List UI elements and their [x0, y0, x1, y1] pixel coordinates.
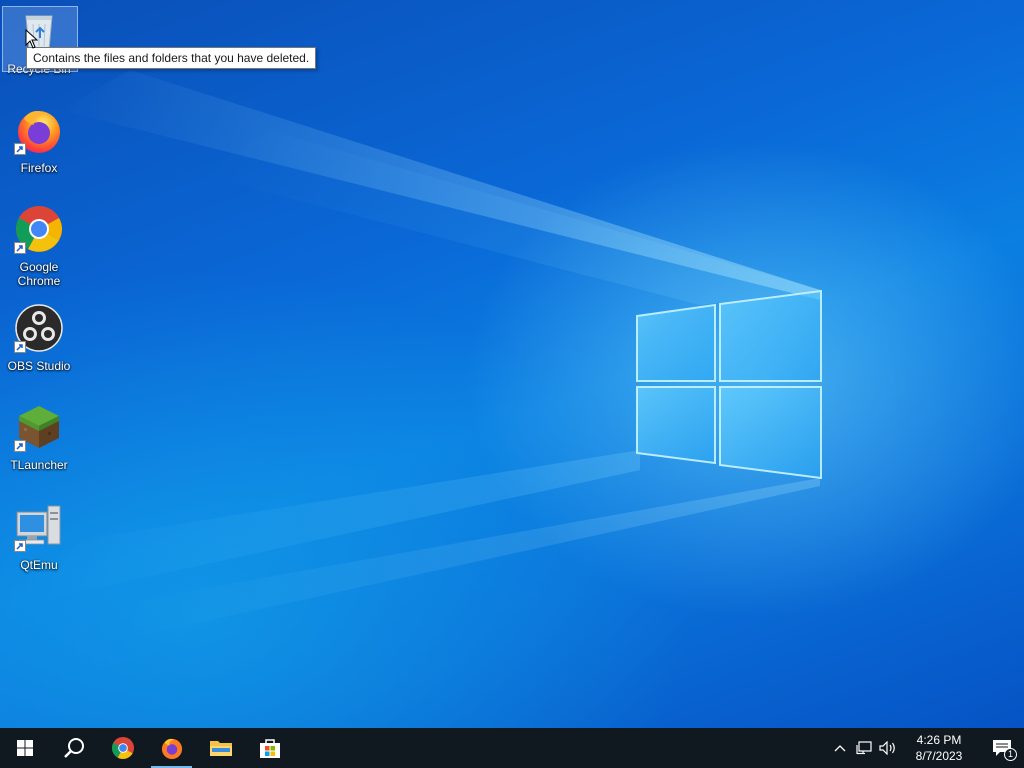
taskbar: 4:26 PM 8/7/2023 1	[0, 728, 1024, 768]
volume-button[interactable]	[876, 728, 900, 768]
firefox-icon	[14, 105, 64, 155]
taskbar-file-explorer-button[interactable]	[196, 728, 245, 768]
mouse-cursor-icon	[25, 29, 39, 49]
taskbar-firefox-button[interactable]	[147, 728, 196, 768]
system-tray: 4:26 PM 8/7/2023 1	[828, 728, 1024, 768]
show-hidden-icons-button[interactable]	[828, 728, 852, 768]
search-button[interactable]	[49, 728, 98, 768]
action-center-button[interactable]: 1	[980, 728, 1024, 768]
clock-time: 4:26 PM	[916, 733, 962, 747]
shortcut-arrow-icon	[14, 242, 26, 254]
clock-date: 8/7/2023	[915, 749, 963, 763]
chrome-icon	[111, 736, 134, 760]
desktop-icon-label: TLauncher	[10, 458, 68, 472]
desktop-icon-google-chrome[interactable]: Google Chrome	[2, 204, 76, 288]
search-icon	[63, 738, 84, 758]
chevron-up-icon	[834, 745, 846, 752]
shortcut-arrow-icon	[14, 143, 26, 155]
network-button[interactable]	[852, 728, 876, 768]
network-icon	[856, 741, 872, 755]
chrome-icon	[14, 204, 64, 254]
start-button[interactable]	[0, 728, 49, 768]
desktop-icon-obs-studio[interactable]: OBS Studio	[2, 303, 76, 373]
qtemu-icon	[14, 502, 64, 552]
desktop-icon-tlauncher[interactable]: TLauncher	[2, 402, 76, 472]
desktop-icon-firefox[interactable]: Firefox	[2, 105, 76, 175]
desktop-icon-label: QtEmu	[20, 558, 58, 572]
taskbar-store-button[interactable]	[245, 728, 294, 768]
shortcut-arrow-icon	[14, 540, 26, 552]
desktop-icon-qtemu[interactable]: QtEmu	[2, 502, 76, 572]
shortcut-arrow-icon	[14, 440, 26, 452]
volume-icon	[879, 741, 895, 755]
folder-icon	[209, 741, 232, 756]
windows-logo-icon	[16, 740, 33, 756]
firefox-icon	[161, 738, 182, 760]
desktop[interactable]: Recycle Bin Firefox Google Chrome OBS St…	[0, 0, 1024, 728]
notification-count-badge: 1	[1004, 748, 1017, 761]
tlauncher-icon	[14, 402, 64, 452]
obs-studio-icon	[14, 303, 64, 353]
taskbar-chrome-button[interactable]	[98, 728, 147, 768]
desktop-icon-label: Google Chrome	[17, 260, 61, 288]
windows-wallpaper-logo	[636, 289, 822, 480]
store-icon	[259, 739, 280, 758]
desktop-icon-label: Firefox	[20, 161, 58, 175]
recycle-bin-tooltip: Contains the files and folders that you …	[26, 47, 317, 69]
shortcut-arrow-icon	[14, 341, 26, 353]
clock[interactable]: 4:26 PM 8/7/2023	[904, 732, 974, 764]
desktop-icon-label: OBS Studio	[7, 359, 71, 373]
